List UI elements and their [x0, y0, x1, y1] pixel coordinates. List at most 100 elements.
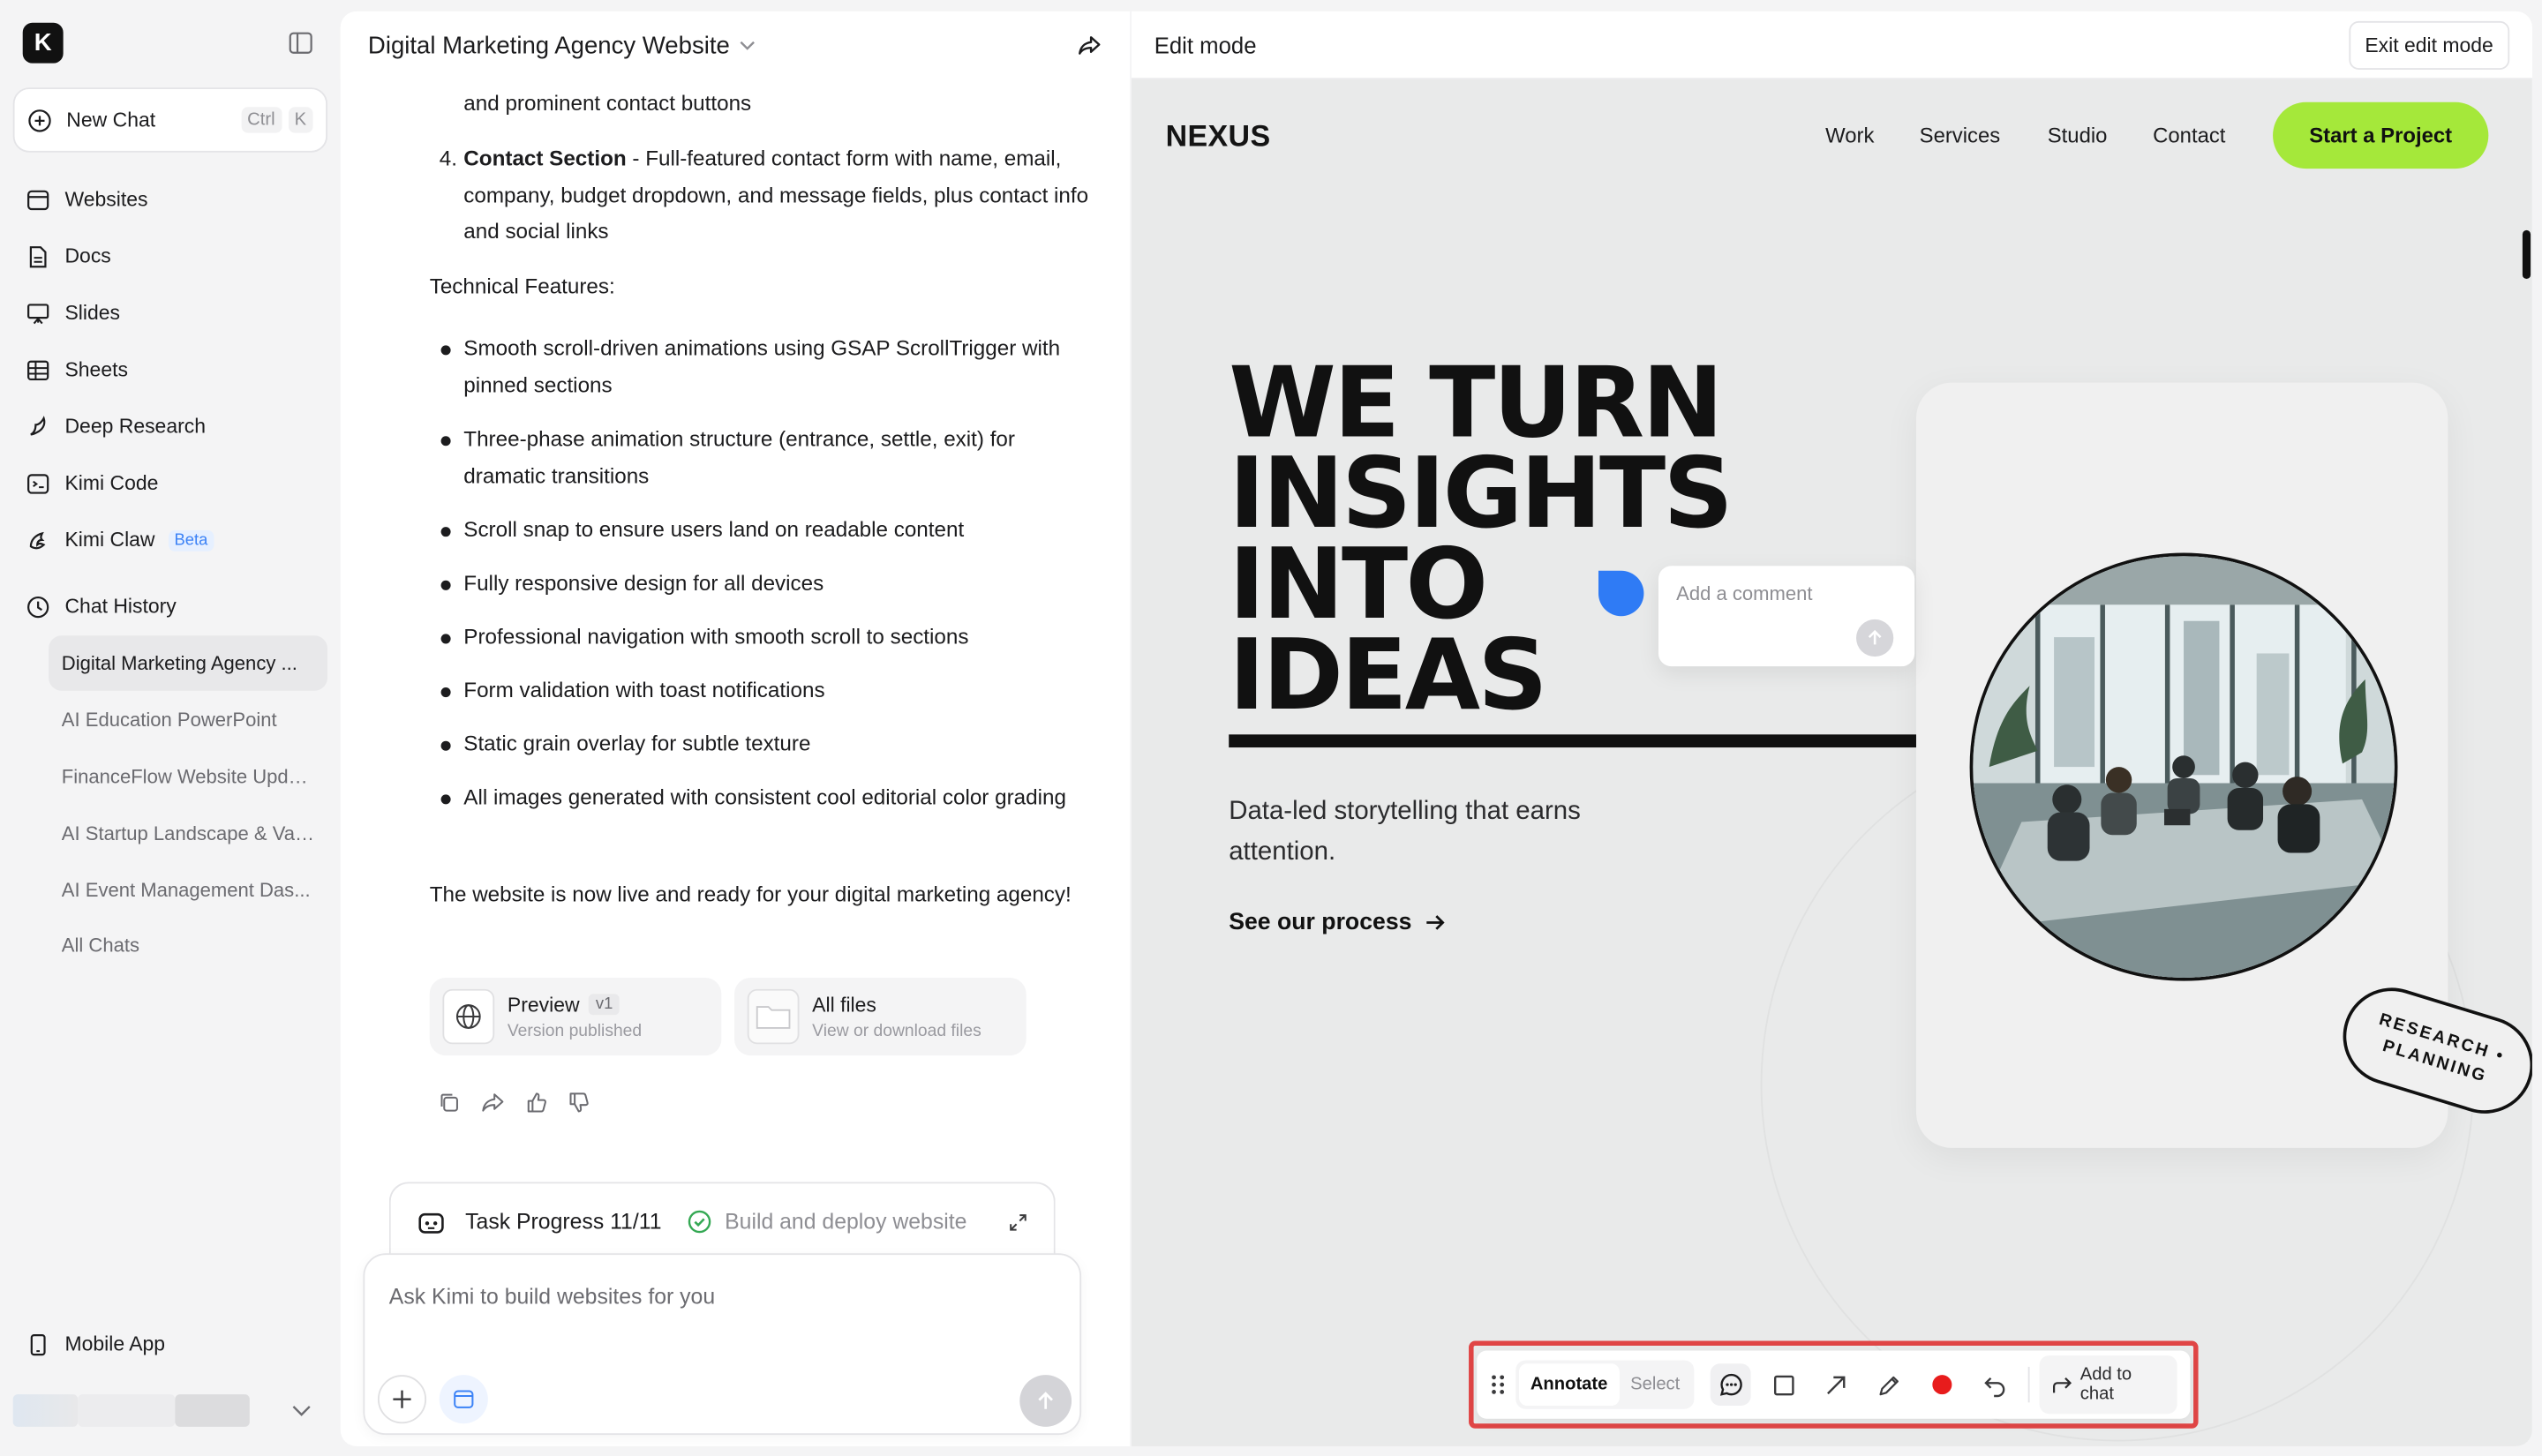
sidebar-item-sheets[interactable]: Sheets [13, 345, 327, 394]
select-tab[interactable]: Select [1619, 1363, 1691, 1406]
sidebar-item-slides[interactable]: Slides [13, 289, 327, 337]
table-icon [26, 357, 50, 382]
site-nav-contact[interactable]: Contact [2153, 124, 2225, 148]
globe-icon [442, 988, 495, 1045]
comment-tool-button[interactable] [1711, 1363, 1751, 1407]
list-item: Scroll snap to ensure users land on read… [463, 517, 965, 542]
mobile-app-link[interactable]: Mobile App [13, 1320, 327, 1369]
task-progress-bar[interactable]: Task Progress 11/11 Build and deploy web… [388, 1182, 1056, 1260]
history-item[interactable]: FinanceFlow Website Update [49, 749, 327, 804]
pencil-icon [1877, 1372, 1902, 1397]
comment-marker-icon[interactable] [1597, 569, 1645, 618]
arrow-up-icon [1866, 629, 1884, 647]
site-nav-studio[interactable]: Studio [2048, 124, 2108, 148]
check-circle-icon [688, 1210, 712, 1235]
forward-arrow-icon [2053, 1376, 2072, 1393]
bullet-dot [440, 634, 451, 644]
rectangle-tool-button[interactable] [1764, 1363, 1803, 1406]
website-mode-button[interactable] [439, 1375, 488, 1424]
drag-handle-icon[interactable] [1490, 1373, 1506, 1396]
list-item: Fully responsive design for all devices [463, 570, 824, 596]
sidebar-item-label: Sheets [64, 358, 128, 381]
scrollbar-thumb[interactable] [2522, 229, 2531, 280]
kimi-logo[interactable]: K [22, 22, 64, 64]
site-nav-work[interactable]: Work [1825, 124, 1874, 148]
arrow-right-icon [1425, 912, 1446, 932]
chevron-down-icon[interactable] [292, 1404, 312, 1417]
history-item[interactable]: AI Education PowerPoint [49, 693, 327, 747]
start-project-button[interactable]: Start a Project [2273, 101, 2489, 169]
bullet-dot [440, 794, 451, 805]
comment-input[interactable]: Add a comment [1676, 582, 1812, 605]
hero-headline-line[interactable]: INTO [1229, 537, 1488, 634]
preview-panel: Edit mode Exit edit mode NEXUS Work Serv… [1132, 11, 2532, 1446]
claw-icon [26, 528, 50, 552]
toolbar-divider [2028, 1366, 2030, 1403]
chat-composer[interactable]: Ask Kimi to build websites for you [363, 1253, 1082, 1436]
site-nav-services[interactable]: Services [1920, 124, 2001, 148]
thumbs-up-icon[interactable] [525, 1092, 548, 1115]
copy-icon[interactable] [438, 1092, 461, 1115]
folder-icon [747, 988, 800, 1045]
history-item[interactable]: AI Event Management Das... [49, 862, 327, 917]
share-icon[interactable] [480, 1092, 506, 1115]
research-icon [26, 414, 50, 439]
site-logo[interactable]: NEXUS [1166, 118, 1271, 154]
history-item[interactable]: AI Startup Landscape & Val... [49, 806, 327, 860]
edit-mode-header: Edit mode Exit edit mode [1132, 11, 2532, 80]
red-dot-icon [1931, 1373, 1954, 1396]
list-item: All images generated with consistent coo… [463, 784, 1066, 809]
chat-history-header[interactable]: Chat History [13, 582, 327, 631]
hero-headline-line[interactable]: WE TURN [1229, 355, 1723, 452]
color-picker-button[interactable] [1922, 1363, 1962, 1406]
add-to-chat-button[interactable]: Add to chat [2039, 1355, 2177, 1415]
thumbs-down-icon[interactable] [568, 1092, 590, 1115]
sidebar-item-kimi-claw[interactable]: Kimi Claw Beta [13, 515, 327, 564]
message-actions [438, 1092, 590, 1115]
preview-card[interactable]: Preview v1 Version published [429, 977, 722, 1056]
chat-title[interactable]: Digital Marketing Agency Website [368, 32, 730, 59]
sidebar-collapse-icon[interactable] [289, 31, 313, 56]
share-icon[interactable] [1077, 33, 1102, 58]
all-files-title: All files [812, 993, 876, 1017]
hero-headline-line[interactable]: INSIGHTS [1229, 446, 1734, 543]
user-account-row[interactable] [12, 1381, 327, 1439]
square-icon [1771, 1372, 1796, 1397]
undo-icon [1983, 1372, 2008, 1397]
sidebar-item-label: Kimi Claw [64, 528, 155, 552]
see-process-link[interactable]: See our process [1229, 910, 1446, 935]
comment-popover: Add a comment [1658, 566, 1915, 667]
sidebar-item-label: Websites [64, 188, 148, 211]
hero-divider [1229, 734, 1918, 748]
all-chats-link[interactable]: All Chats [49, 918, 327, 972]
speech-bubble-icon [1718, 1371, 1743, 1397]
list-item-heading: Contact Section [463, 146, 627, 170]
new-chat-button[interactable]: New Chat Ctrl K [12, 87, 328, 153]
expand-icon[interactable] [1008, 1212, 1027, 1231]
list-item: Smooth scroll-driven animations using GS… [463, 335, 1061, 397]
annotate-tab[interactable]: Annotate [1518, 1363, 1620, 1407]
comment-send-button[interactable] [1856, 619, 1894, 657]
hero-tagline[interactable]: Data-led storytelling that earns attenti… [1229, 792, 1651, 872]
sidebar-item-kimi-code[interactable]: Kimi Code [13, 459, 327, 507]
add-to-chat-label: Add to chat [2079, 1365, 2132, 1405]
history-item-label: AI Event Management Das... [61, 878, 311, 902]
composer-input[interactable]: Ask Kimi to build websites for you [389, 1284, 715, 1309]
undo-button[interactable] [1975, 1363, 2015, 1406]
browser-window-icon [452, 1388, 475, 1411]
hero-headline-line[interactable]: IDEAS [1229, 627, 1547, 724]
username-placeholder [78, 1394, 176, 1427]
history-item[interactable]: Digital Marketing Agency ... [49, 635, 328, 691]
all-files-card[interactable]: All files View or download files [734, 977, 1027, 1056]
meeting-photo[interactable] [1969, 552, 2398, 981]
sidebar-item-deep-research[interactable]: Deep Research [13, 402, 327, 451]
exit-edit-mode-button[interactable]: Exit edit mode [2348, 19, 2510, 70]
sidebar-item-docs[interactable]: Docs [13, 232, 327, 281]
sidebar-item-websites[interactable]: Websites [13, 175, 327, 223]
chevron-down-icon[interactable] [740, 41, 756, 50]
send-button[interactable] [1019, 1375, 1072, 1427]
attach-button[interactable] [377, 1375, 427, 1424]
bullet-dot [440, 527, 451, 537]
pen-tool-button[interactable] [1869, 1363, 1909, 1406]
arrow-tool-button[interactable] [1816, 1363, 1856, 1406]
